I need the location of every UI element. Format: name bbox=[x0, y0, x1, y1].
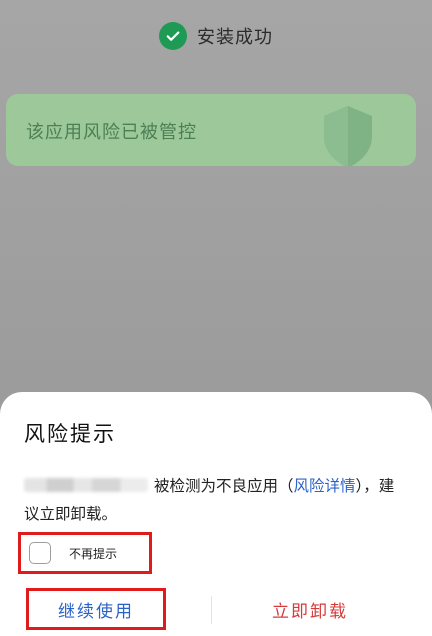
button-divider bbox=[211, 596, 212, 624]
risk-controlled-text: 该应用风险已被管控 bbox=[26, 122, 197, 143]
risk-controlled-card: 该应用风险已被管控 bbox=[6, 94, 416, 166]
no-remind-label: 不再提示 bbox=[69, 546, 118, 561]
risk-message: 被检测为不良应用（风险详情），建议立即卸载。 bbox=[24, 472, 408, 528]
continue-use-button[interactable]: 继续使用 bbox=[26, 588, 166, 630]
no-remind-checkbox[interactable] bbox=[29, 542, 51, 564]
install-status: 安装成功 bbox=[0, 22, 432, 50]
uninstall-now-button[interactable]: 立即卸载 bbox=[230, 588, 390, 630]
risk-dialog: 风险提示 被检测为不良应用（风险详情），建议立即卸载。 不再提示 继续使用 立即… bbox=[0, 392, 432, 636]
message-part1: 被检测为不良应用（ bbox=[154, 477, 294, 495]
blurred-app-name bbox=[24, 478, 148, 492]
shield-icon bbox=[324, 106, 372, 166]
install-status-text: 安装成功 bbox=[197, 27, 273, 48]
success-check-icon bbox=[159, 22, 187, 50]
risk-details-link[interactable]: 风险详情 bbox=[294, 477, 356, 495]
no-remind-option[interactable]: 不再提示 bbox=[18, 532, 152, 574]
dialog-title: 风险提示 bbox=[24, 422, 116, 446]
